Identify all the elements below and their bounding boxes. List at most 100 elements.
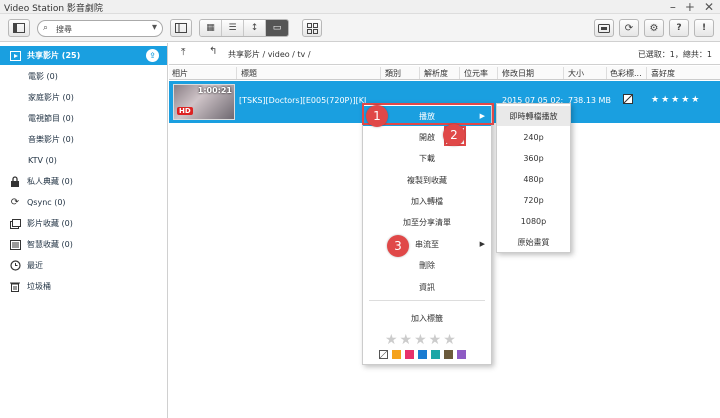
submenu-item-1080p[interactable]: 1080p (497, 211, 570, 231)
submenu-item-label: 即時轉檔播放 (509, 111, 558, 121)
sidebar-item-smart-collection[interactable]: 智慧收藏 (0) (0, 235, 167, 254)
submenu-item-240p[interactable]: 240p (497, 127, 570, 147)
column-header-rating[interactable]: 喜好度 (651, 68, 675, 79)
window-controls: – + ✕ (670, 0, 714, 14)
hd-badge: HD (177, 107, 193, 115)
sidebar-item-recent[interactable]: 最近 (0, 256, 167, 275)
menu-item-delete[interactable]: 刪除 (363, 255, 491, 275)
menu-rating-stars[interactable]: ★★★★★ (385, 332, 458, 348)
menu-item-open[interactable]: 開啟 (363, 127, 491, 147)
sidebar-item-label: Qsync (0) (27, 198, 66, 207)
color-swatch[interactable] (444, 350, 453, 359)
detail-view-icon[interactable]: ▭ (266, 20, 288, 36)
path-bar: ⤒ ↰ 共享影片 / video / tv / 已選取：1，總共：1 (169, 43, 720, 65)
menu-item-download[interactable]: 下載 (363, 148, 491, 168)
no-color-icon[interactable] (622, 93, 634, 106)
sidebar-item-movies[interactable]: 電影 (0) (0, 67, 167, 86)
sidebar-item-ktv[interactable]: KTV (0) (0, 151, 167, 170)
rating-stars[interactable]: ★★★★★ (651, 95, 701, 105)
sidebar-item-label: 音樂影片 (0) (28, 135, 74, 144)
list-view-icon[interactable]: ☰ (222, 20, 244, 36)
sync-icon: ⟳ (10, 197, 20, 208)
video-size: 738.13 MB (568, 96, 611, 105)
timeline-view-icon[interactable]: ↕ (244, 20, 266, 36)
menu-item-add-to-share-list[interactable]: 加至分享清單 (363, 212, 491, 232)
sidebar-item-video-collection[interactable]: 影片收藏 (0) (0, 214, 167, 233)
color-swatch[interactable] (457, 350, 466, 359)
sidebar-toggle-button[interactable] (8, 19, 30, 37)
table-header: 相片 標題 類別 解析度 位元率 修改日期 大小 色彩標... 喜好度 (169, 66, 720, 80)
color-swatch[interactable] (405, 350, 414, 359)
context-menu: 播放 ▶ 開啟 下載 複製到收藏 加入轉檔 加至分享清單 串流至 ▶ 刪除 資訊… (362, 103, 492, 365)
sidebar-item-label: 垃圾桶 (27, 282, 51, 291)
column-header-size[interactable]: 大小 (568, 68, 584, 79)
select-button[interactable] (302, 19, 322, 37)
gear-icon: ⚙ (649, 22, 659, 34)
callout-2: 2 (443, 124, 465, 146)
maximize-button[interactable]: + (685, 0, 695, 14)
sidebar-item-qsync[interactable]: ⟳ Qsync (0) (0, 193, 167, 212)
view-mode-group: ▦ ☰ ↕ ▭ (199, 19, 289, 37)
column-header-title[interactable]: 標題 (241, 68, 257, 79)
menu-item-add-tag[interactable]: 加入標籤 (363, 308, 491, 328)
settings-button[interactable]: ⚙ (644, 19, 664, 37)
callout-3: 3 (387, 235, 409, 257)
submenu-item-label: 240p (523, 132, 544, 142)
close-button[interactable]: ✕ (704, 0, 714, 14)
column-header-photo[interactable]: 相片 (172, 68, 188, 79)
sidebar-item-home-videos[interactable]: 家庭影片 (0) (0, 88, 167, 107)
upload-icon[interactable]: ⤒ (181, 47, 185, 58)
help-icon: ? (676, 23, 682, 33)
sidebar-item-label: 電視節目 (0) (28, 114, 74, 123)
submenu-item-transcode-play[interactable]: 即時轉檔播放 (497, 106, 570, 126)
submenu-item-label: 原始畫質 (517, 237, 550, 247)
smart-collection-icon (9, 239, 21, 251)
color-swatch[interactable] (392, 350, 401, 359)
play-submenu: 即時轉檔播放 240p 360p 480p 720p 1080p 原始畫質 (496, 103, 571, 253)
sidebar-item-label: 最近 (27, 261, 43, 270)
menu-item-label: 加至分享清單 (403, 217, 451, 227)
menu-item-stream-to[interactable]: 串流至 ▶ (363, 234, 491, 254)
color-swatch[interactable] (431, 350, 440, 359)
minimize-button[interactable]: – (670, 0, 676, 14)
search-filter-dropdown-icon[interactable]: ▾ (152, 22, 157, 33)
refresh-icon: ⟳ (624, 22, 634, 34)
column-header-modified[interactable]: 修改日期 (502, 68, 534, 79)
browse-mode-button[interactable] (170, 19, 192, 37)
submenu-item-original[interactable]: 原始畫質 (497, 232, 570, 252)
sidebar-item-label: 共享影片 (25) (27, 51, 81, 60)
video-title: [TSKS][Doctors][E005(720P)][KI (239, 96, 367, 105)
sidebar-item-shared-videos[interactable]: 共享影片 (25) ⇪ (0, 46, 167, 65)
thumbnail-view-icon[interactable]: ▦ (200, 20, 222, 36)
menu-item-copy-to-collection[interactable]: 複製到收藏 (363, 170, 491, 190)
search-input[interactable]: ⌕ 搜尋 ▾ (37, 20, 163, 37)
sidebar-item-private-collection[interactable]: 私人典藏 (0) (0, 172, 167, 191)
back-icon[interactable]: ↰ (209, 46, 217, 57)
sidebar-item-label: 影片收藏 (0) (27, 219, 73, 228)
info-button[interactable]: ! (694, 19, 714, 37)
column-header-resolution[interactable]: 解析度 (424, 68, 448, 79)
column-header-color-label[interactable]: 色彩標... (610, 68, 642, 79)
submenu-item-label: 720p (523, 195, 544, 205)
no-color-swatch[interactable] (379, 350, 388, 359)
menu-item-label: 開啟 (419, 132, 435, 142)
menu-item-add-to-transcode[interactable]: 加入轉檔 (363, 191, 491, 211)
media-button[interactable] (594, 19, 614, 37)
sidebar-item-trash[interactable]: 垃圾桶 (0, 277, 167, 296)
upload-icon[interactable]: ⇪ (146, 49, 159, 62)
submenu-item-360p[interactable]: 360p (497, 148, 570, 168)
submenu-item-480p[interactable]: 480p (497, 169, 570, 189)
sidebar-item-music-videos[interactable]: 音樂影片 (0) (0, 130, 167, 149)
help-button[interactable]: ? (669, 19, 689, 37)
video-thumbnail[interactable]: 1:00:21 HD (173, 84, 235, 120)
sidebar-item-label: 電影 (0) (28, 72, 58, 81)
refresh-button[interactable]: ⟳ (619, 19, 639, 37)
column-header-category[interactable]: 類別 (385, 68, 401, 79)
panel-icon (13, 23, 25, 33)
sidebar-item-tv-shows[interactable]: 電視節目 (0) (0, 109, 167, 128)
submenu-item-720p[interactable]: 720p (497, 190, 570, 210)
column-header-bitrate[interactable]: 位元率 (464, 68, 488, 79)
color-swatch[interactable] (418, 350, 427, 359)
menu-item-label: 資訊 (419, 282, 435, 292)
menu-item-info[interactable]: 資訊 (363, 277, 491, 297)
